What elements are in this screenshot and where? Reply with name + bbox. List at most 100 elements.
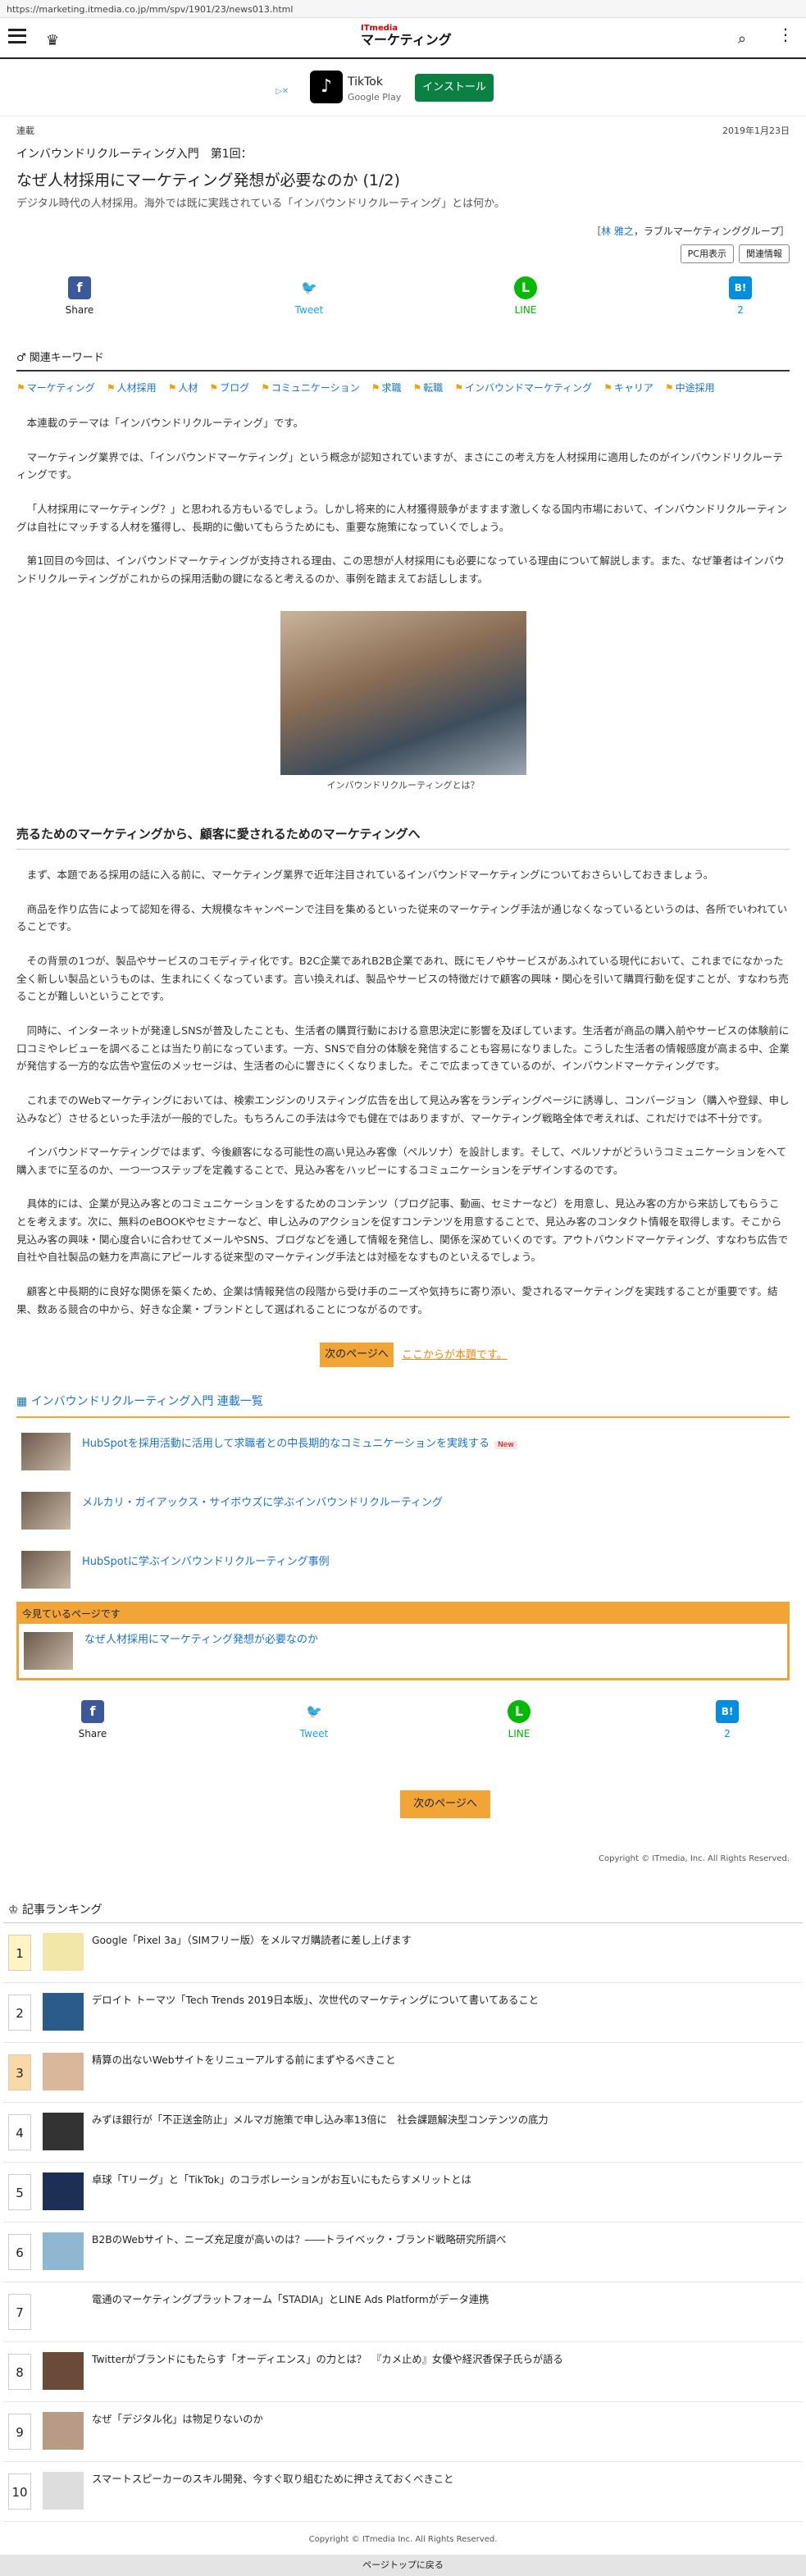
line-share[interactable]: L LINE <box>489 276 562 318</box>
keyword-link[interactable]: マーケティング <box>16 382 95 394</box>
ranking-item[interactable]: 1 Google「Pixel 3a」（SIMフリー版）をメルマガ購読者に差し上げま… <box>3 1923 803 1984</box>
more-icon[interactable]: ⋮ <box>777 26 794 43</box>
back-to-top-button[interactable]: ページトップに戻る <box>0 2554 806 2576</box>
article-lead: デジタル時代の人材採用。海外では既に実践されている「インバウンドリクルーティング… <box>16 198 505 211</box>
ranking-thumbnail <box>43 2352 84 2391</box>
series-list-heading-label[interactable]: インバウンドリクルーティング入門 連載一覧 <box>31 1395 263 1408</box>
keyword-link[interactable]: 求職 <box>371 382 402 394</box>
ranking-title[interactable]: Google「Pixel 3a」（SIMフリー版）をメルマガ購読者に差し上げます <box>92 1933 797 1949</box>
body-paragraph: まず、本題である採用の話に入る前に、マーケティング業界で近年注目されているインバ… <box>26 868 714 881</box>
crown-icon[interactable]: ♛ <box>46 30 59 52</box>
twitter-share-label: Tweet <box>299 1728 329 1740</box>
crown-icon: ♔ <box>8 1903 23 1917</box>
body-paragraph: 顧客と中長期的に良好な関係を築くため、企業は情報発信の段階から受け手のニーズや気… <box>16 1285 778 1315</box>
install-button[interactable]: インストール <box>415 74 494 102</box>
menu-icon[interactable] <box>8 29 26 43</box>
series-list-item[interactable]: HubSpotを採用活動に活用して求職者との中長期的なコミュニケーションを実践す… <box>16 1426 790 1477</box>
hatena-count: 2 <box>724 1728 731 1740</box>
ranking-item[interactable]: 6 B2BのWebサイト、ニーズ充足度が高いのは？――トライベック・ブランド戦略研… <box>3 2223 803 2283</box>
ranking-item[interactable]: 4 みずほ銀行が「不正送金防止」メルマガ施策で申し込み率13倍に 社会課題解決型コ… <box>3 2103 803 2163</box>
url-bar[interactable]: https://marketing.itmedia.co.jp/mm/spv/1… <box>0 0 806 18</box>
current-article-title[interactable]: なぜ人材採用にマーケティング発想が必要なのか <box>84 1632 318 1648</box>
publish-date: 2019年1月23日 <box>722 125 790 136</box>
ranking-item[interactable]: 10 スマートスピーカーのスキル開発、今すぐ取り組むために押さえておくべきこと <box>3 2462 803 2523</box>
category-label: 連載 <box>16 125 34 136</box>
keyword-link[interactable]: コミュニケーション <box>261 382 360 394</box>
keyword-link[interactable]: キャリア <box>603 382 653 394</box>
ad-choices-icon[interactable]: ▷✕ <box>275 85 289 98</box>
ranking-item[interactable]: 7 電通のマーケティングプラットフォーム「STADIA」とLINE Ads Pla… <box>3 2282 803 2343</box>
series-list-item[interactable]: HubSpotに学ぶインバウンドリクルーティング事例 <box>16 1544 790 1595</box>
keyword-link[interactable]: インバウンドマーケティング <box>454 382 592 394</box>
keyword-link[interactable]: 転職 <box>412 382 443 394</box>
keyword-link[interactable]: 人材採用 <box>107 382 157 394</box>
facebook-icon: f <box>81 1700 104 1724</box>
search-icon[interactable]: ⌕ <box>738 28 746 51</box>
body-paragraph: 具体的には、企業が見込み客とのコミュニケーションをするためのコンテンツ（ブログ記… <box>16 1197 789 1264</box>
keyword-link[interactable]: 人材 <box>168 382 198 394</box>
ranking-title[interactable]: Twitterがブランドにもたらす「オーディエンス」の力とは？ 『カメ止め』女優… <box>92 2352 797 2368</box>
body-paragraph: 商品を作り広告によって認知を得る、大規模なキャンペーンで注目を集めるといった従来… <box>16 902 788 933</box>
keyword-link[interactable]: 中途採用 <box>665 382 715 394</box>
ranking-title[interactable]: 電通のマーケティングプラットフォーム「STADIA」とLINE Ads Plat… <box>92 2292 797 2308</box>
next-page-button[interactable]: 次のページへ <box>400 1790 490 1819</box>
rank-number: 3 <box>8 2054 31 2091</box>
twitter-share[interactable]: 🐦 Tweet <box>272 276 346 318</box>
rank-number: 7 <box>8 2294 31 2331</box>
article: インバウンドリクルーティング入門 第1回： なぜ人材採用にマーケティング発想が必… <box>0 146 806 1866</box>
ranking-title[interactable]: 卓球「Tリーグ」と「TikTok」のコラボレーションがお互いにもたらすメリットと… <box>92 2173 797 2188</box>
ranking-item[interactable]: 9 なぜ「デジタル化」は物足りないのか <box>3 2402 803 2463</box>
ranking-title[interactable]: デロイト トーマツ「Tech Trends 2019日本版」、次世代のマーケティ… <box>92 1993 797 2008</box>
series-item-title[interactable]: HubSpotを採用活動に活用して求職者との中長期的なコミュニケーションを実践す… <box>82 1438 490 1450</box>
body-paragraph: その背景の1つが、製品やサービスのコモディティ化です。B2C企業であれB2B企業… <box>16 954 789 1003</box>
ranking-thumbnail <box>43 1993 84 2031</box>
hatena-icon: B! <box>729 276 752 299</box>
pc-view-button[interactable]: PC用表示 <box>680 244 734 263</box>
facebook-share[interactable]: f Share <box>56 1700 130 1742</box>
site-logo[interactable]: ITmedia マーケティング <box>361 24 452 47</box>
ranking-thumbnail <box>43 1933 84 1972</box>
rank-number: 8 <box>8 2354 31 2391</box>
ranking-title[interactable]: B2BのWebサイト、ニーズ充足度が高いのは？――トライベック・ブランド戦略研究… <box>92 2232 797 2248</box>
next-page-button[interactable]: 次のページへ <box>320 1343 394 1368</box>
author-link[interactable]: 林 雅之 <box>601 226 634 237</box>
series-title: インバウンドリクルーティング入門 第1回： <box>16 148 253 161</box>
ranking-thumbnail <box>43 2292 84 2331</box>
series-list-heading: ▦ インバウンドリクルーティング入門 連載一覧 <box>16 1393 790 1419</box>
ad-app-name: TikTok <box>348 75 383 89</box>
facebook-share[interactable]: f Share <box>43 276 116 318</box>
series-item-title[interactable]: HubSpotに学ぶインバウンドリクルーティング事例 <box>82 1554 330 1571</box>
ranking-item[interactable]: 3 精算の出ないWebサイトをリニューアルする前にまずやるべきこと <box>3 2043 803 2104</box>
next-page-link[interactable]: ここからが本題です。 <box>402 1347 508 1364</box>
hatena-share[interactable]: B! 2 <box>704 276 777 318</box>
article-image[interactable] <box>280 610 526 775</box>
rank-number: 4 <box>8 2114 31 2151</box>
twitter-share[interactable]: 🐦 Tweet <box>277 1700 351 1742</box>
tiktok-app-icon[interactable]: ♪ <box>310 71 343 103</box>
next-page-row: 次のページへ ここからが本題です。 <box>16 1343 790 1369</box>
ranking-thumbnail <box>43 2232 84 2271</box>
ranking-thumbnail <box>43 2173 84 2211</box>
keywords-heading: ♂ 関連キーワード <box>16 350 790 372</box>
ranking-title[interactable]: スマートスピーカーのスキル開発、今すぐ取り組むために押さえておくべきこと <box>92 2472 797 2487</box>
ranking-title[interactable]: みずほ銀行が「不正送金防止」メルマガ施策で申し込み率13倍に 社会課題解決型コン… <box>92 2113 797 2128</box>
ranking-title[interactable]: 精算の出ないWebサイトをリニューアルする前にまずやるべきこと <box>92 2053 797 2068</box>
ranking: ♔ 記事ランキング 1 Google「Pixel 3a」（SIMフリー版）をメルマ… <box>0 1902 806 2523</box>
ranking-thumbnail <box>43 2053 84 2091</box>
ranking-item[interactable]: 5 卓球「Tリーグ」と「TikTok」のコラボレーションがお互いにもたらすメリット… <box>3 2163 803 2223</box>
ranking-item[interactable]: 2 デロイト トーマツ「Tech Trends 2019日本版」、次世代のマーケテ… <box>3 1983 803 2044</box>
ranking-title[interactable]: なぜ「デジタル化」は物足りないのか <box>92 2412 797 2428</box>
footer-copyright: Copyright © ITmedia Inc. All Rights Rese… <box>308 2535 498 2545</box>
article-title: なぜ人材採用にマーケティング発想が必要なのか (1/2) <box>16 171 400 189</box>
ranking-thumbnail <box>43 2412 84 2451</box>
related-info-button[interactable]: 関連情報 <box>739 244 790 263</box>
series-item-title-wrap: HubSpotを採用活動に活用して求職者との中長期的なコミュニケーションを実践す… <box>82 1436 517 1452</box>
line-share[interactable]: L LINE <box>482 1700 556 1742</box>
series-item-title[interactable]: メルカリ・ガイアックス・サイボウズに学ぶインバウンドリクルーティング <box>82 1495 443 1511</box>
ranking-item[interactable]: 8 Twitterがブランドにもたらす「オーディエンス」の力とは？ 『カメ止め』女… <box>3 2342 803 2403</box>
keyword-link[interactable]: ブログ <box>209 382 249 394</box>
byline: ［林 雅之，ラブルマーケティンググループ］ <box>16 224 790 239</box>
share-bar-bottom: f Share 🐦 Tweet L LINE B! 2 <box>16 1700 790 1758</box>
hatena-share[interactable]: B! 2 <box>690 1700 764 1742</box>
series-list-item[interactable]: メルカリ・ガイアックス・サイボウズに学ぶインバウンドリクルーティング <box>16 1485 790 1536</box>
